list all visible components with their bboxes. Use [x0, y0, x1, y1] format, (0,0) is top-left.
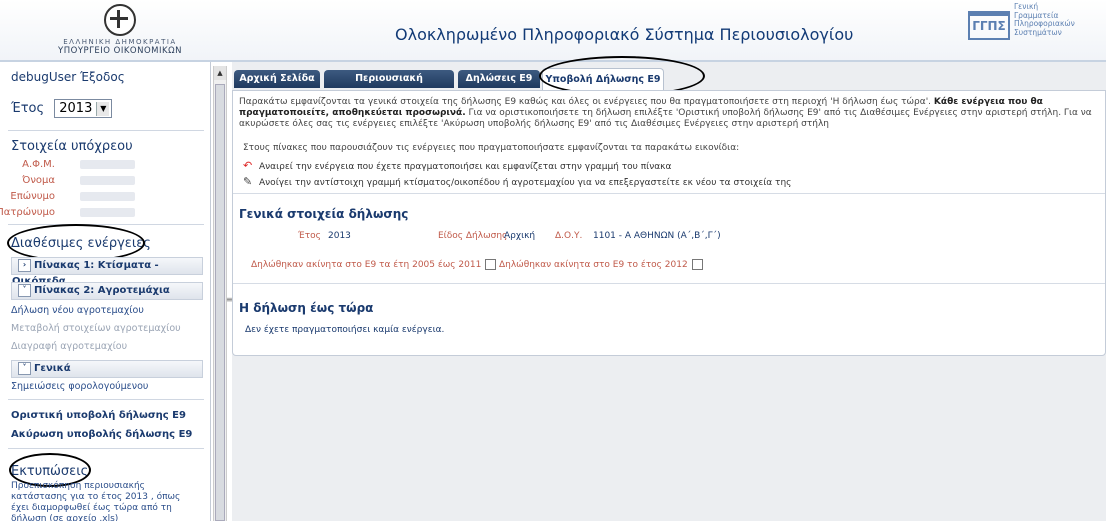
edit-icon: ✎ — [243, 175, 253, 188]
year-value: 2013 — [328, 231, 351, 241]
year-label: Έτος — [11, 101, 45, 116]
father-label: Πατρώνυμο — [0, 207, 55, 218]
year-row: Έτος 2013 ▼ — [11, 99, 113, 118]
link-modify-plot: Μεταβολή στοιχείων αγροτεμαχίου — [11, 323, 181, 334]
legend-header: Στους πίνακες που παρουσιάζουν τις ενέργ… — [243, 143, 740, 153]
gsis-line4: Συστημάτων — [1014, 27, 1062, 37]
main-area: Αρχική Σελίδα Περιουσιακή Κατάσταση Δηλώ… — [232, 56, 1106, 521]
year-value: 2013 — [59, 101, 93, 116]
link-new-plot[interactable]: Δήλωση νέου αγροτεμαχίου — [11, 305, 144, 316]
print-preview-link[interactable]: Προεπισκόπηση περιουσιακής κατάστασης γι… — [11, 481, 201, 521]
year-label: Έτος — [298, 231, 321, 241]
content-panel: Παρακάτω εμφανίζονται τα γενικά στοιχεία… — [232, 90, 1106, 356]
logo-line2: ΥΠΟΥΡΓΕΙΟ ΟΙΚΟΝΟΜΙΚΩΝ — [58, 46, 182, 56]
legend-undo-text: Αναιρεί την ενέργεια που έχετε πραγματοπ… — [259, 162, 672, 172]
father-value-masked — [80, 208, 135, 217]
name-value-masked — [80, 176, 135, 185]
afm-value-masked — [80, 160, 135, 169]
surname-value-masked — [80, 192, 135, 201]
obligor-title: Στοιχεία υπόχρεου — [11, 139, 133, 154]
chevron-down-icon: ˅ — [18, 283, 31, 297]
divider — [233, 283, 1105, 284]
intro-text: Παρακάτω εμφανίζονται τα γενικά στοιχεία… — [239, 97, 1099, 130]
divider — [8, 448, 204, 449]
ministry-logo: ΕΛΛΗΝΙΚΗ ΔΗΜΟΚΡΑΤΙΑ ΥΠΟΥΡΓΕΙΟ ΟΙΚΟΝΟΜΙΚΩ… — [40, 4, 200, 56]
surname-label: Επώνυμο — [10, 191, 55, 202]
chk2-label: Δηλώθηκαν ακίνητα στο Ε9 το έτος 2012 — [499, 260, 688, 270]
divider — [8, 130, 204, 131]
link-delete-plot: Διαγραφή αγροτεμαχίου — [11, 341, 128, 352]
name-label: Όνομα — [22, 175, 55, 186]
chevron-right-icon: › — [18, 258, 31, 272]
group-general[interactable]: ˅ Γενικά — [11, 360, 203, 378]
chk-2012[interactable] — [691, 259, 703, 270]
no-action-text: Δεν έχετε πραγματοποιήσει καμία ενέργεια… — [245, 325, 445, 335]
cancel-submit-link[interactable]: Ακύρωση υποβολής δήλωσης Ε9 — [11, 429, 192, 440]
chevron-down-icon: ˅ — [18, 361, 31, 375]
legend-edit-text: Ανοίγει την αντίστοιχη γραμμή κτίσματος/… — [259, 178, 792, 188]
group-buildings[interactable]: ›Πίνακας 1: Κτίσματα - Οικόπεδα — [11, 257, 203, 287]
chk-2005-2011[interactable] — [485, 259, 497, 270]
gsis-text: Γενική Γραμματεία Πληροφοριακών Συστημάτ… — [1014, 2, 1084, 37]
general-title: Γενικά στοιχεία δήλωσης — [239, 207, 409, 221]
doy-value: 1101 - Α ΑΘΗΝΩΝ (Α΄,Β΄,Γ΄) — [593, 231, 721, 241]
legend-undo: ↶ Αναιρεί την ενέργεια που έχετε πραγματο… — [243, 159, 671, 172]
chk1-label: Δηλώθηκαν ακίνητα στο Ε9 τα έτη 2005 έως… — [251, 260, 482, 270]
sidebar: debugUser Έξοδος Έτος 2013 ▼ Στοιχεία υπό… — [0, 62, 211, 521]
crest-icon — [104, 4, 136, 36]
app-header: ΕΛΛΗΝΙΚΗ ΔΗΜΟΚΡΑΤΙΑ ΥΠΟΥΡΓΕΙΟ ΟΙΚΟΝΟΜΙΚΩ… — [0, 0, 1106, 62]
legend-edit: ✎ Ανοίγει την αντίστοιχη γραμμή κτίσματος… — [243, 175, 791, 188]
scroll-thumb[interactable] — [215, 84, 225, 521]
tab-declarations[interactable]: Δηλώσεις Ε9 — [458, 70, 540, 88]
chk-2012-row: Δηλώθηκαν ακίνητα στο Ε9 το έτος 2012 — [499, 259, 703, 270]
divider — [8, 224, 204, 225]
divider — [8, 399, 204, 400]
type-label: Είδος Δήλωσης — [438, 231, 508, 241]
type-value: Αρχική — [504, 231, 536, 241]
afm-label: Α.Φ.Μ. — [22, 159, 55, 170]
gsis-icon: ΓΓΠΣ — [968, 11, 1010, 40]
doy-label: Δ.Ο.Υ. — [555, 231, 583, 241]
logo-line1: ΕΛΛΗΝΙΚΗ ΔΗΜΟΚΡΑΤΙΑ — [63, 38, 177, 46]
link-notes[interactable]: Σημειώσεις φορολογούμενου — [11, 381, 148, 392]
group-plots-label: Πίνακας 2: Αγροτεμάχια — [34, 285, 170, 296]
chk-2005-2011-row: Δηλώθηκαν ακίνητα στο Ε9 τα έτη 2005 έως… — [251, 259, 497, 270]
sidebar-scrollbar[interactable]: ▲ — [213, 66, 227, 521]
intro-part1: Παρακάτω εμφανίζονται τα γενικά στοιχεία… — [239, 97, 932, 107]
year-select[interactable]: 2013 ▼ — [54, 99, 113, 118]
logout-link[interactable]: Έξοδος — [80, 70, 125, 84]
so-far-title: Η δήλωση έως τώρα — [239, 301, 374, 315]
group-general-label: Γενικά — [34, 363, 71, 374]
system-title: Ολοκληρωμένο Πληροφοριακό Σύστημα Περιου… — [395, 25, 854, 44]
tab-home[interactable]: Αρχική Σελίδα — [234, 70, 320, 88]
group-plots[interactable]: ˅ Πίνακας 2: Αγροτεμάχια — [11, 282, 203, 300]
divider — [233, 193, 1105, 194]
username: debugUser — [11, 70, 77, 84]
undo-icon: ↶ — [243, 159, 253, 172]
tab-assets[interactable]: Περιουσιακή Κατάσταση — [324, 70, 454, 102]
final-submit-link[interactable]: Οριστική υποβολή δήλωσης Ε9 — [11, 410, 186, 421]
splitter-grip-icon[interactable]: ≡ — [226, 295, 233, 307]
chevron-down-icon[interactable]: ▼ — [96, 101, 110, 116]
scroll-up-icon[interactable]: ▲ — [214, 66, 226, 80]
user-row: debugUser Έξοδος — [11, 70, 125, 84]
